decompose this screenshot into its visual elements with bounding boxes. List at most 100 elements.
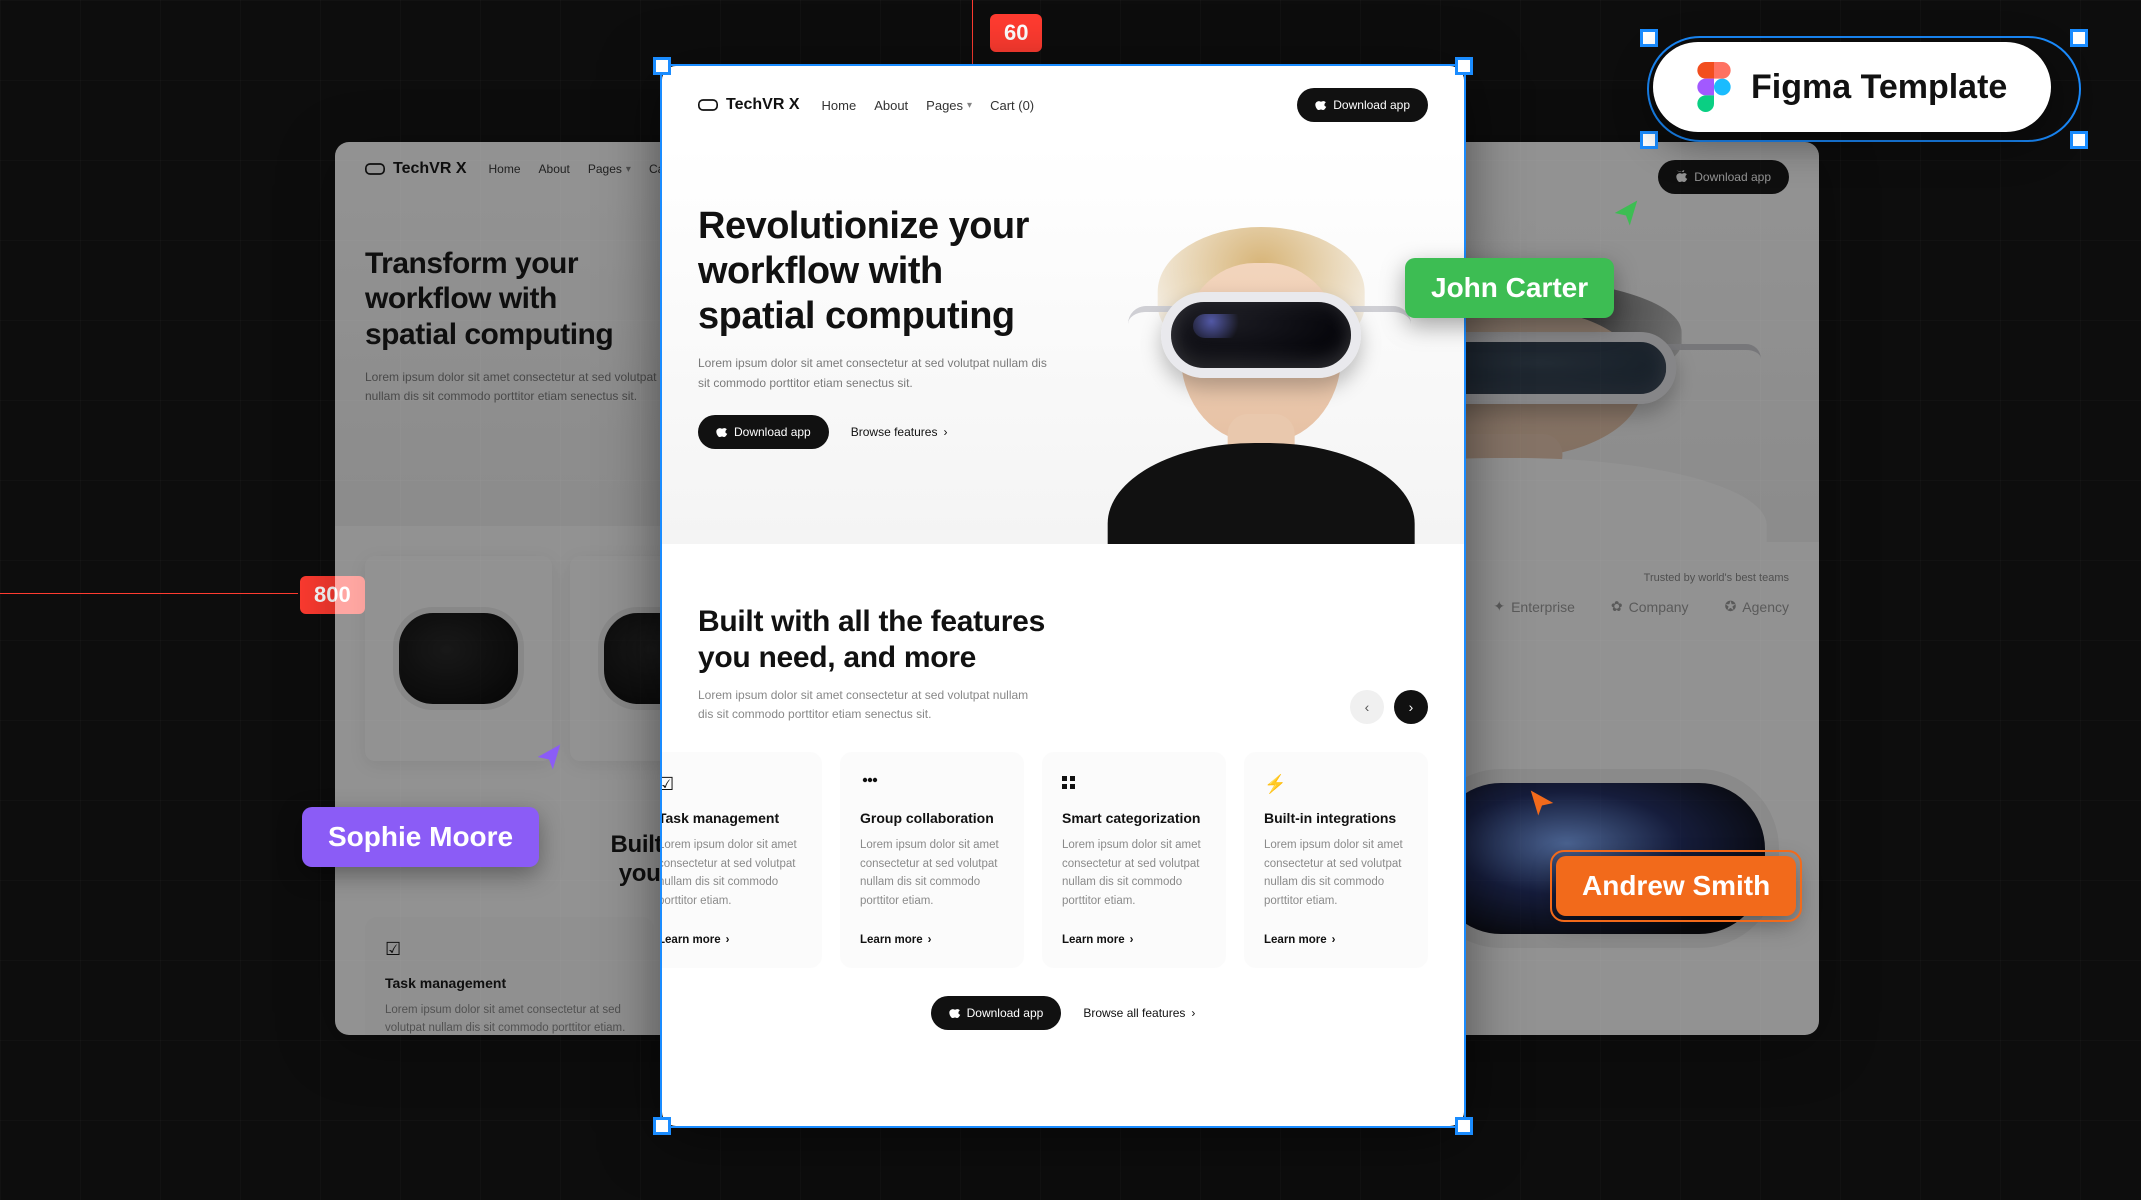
learn-more-link[interactable]: Learn more › bbox=[860, 910, 1004, 946]
logo-text: TechVR X bbox=[726, 96, 800, 114]
feature-card-title: Built-in integrations bbox=[1264, 810, 1408, 826]
hero-description: Lorem ipsum dolor sit amet consectetur a… bbox=[365, 368, 661, 406]
feature-card[interactable]: ☑ Task management Lorem ipsum dolor sit … bbox=[662, 752, 822, 968]
figma-logo-icon bbox=[1697, 62, 1731, 112]
feature-card[interactable]: Smart categorization Lorem ipsum dolor s… bbox=[1042, 752, 1226, 968]
features-title-line: Built with all the features bbox=[698, 605, 1045, 638]
feature-card[interactable]: Group collaboration Lorem ipsum dolor si… bbox=[840, 752, 1024, 968]
logo-label: Company bbox=[1629, 599, 1689, 615]
name-tag-label: Sophie Moore bbox=[328, 821, 513, 852]
hero-description: Lorem ipsum dolor sit amet consectetur a… bbox=[698, 354, 1058, 392]
hero-copy: Transform your workflow with spatial com… bbox=[365, 226, 661, 526]
logo-label: Agency bbox=[1742, 599, 1789, 615]
nav-bar: TechVR X Home About Pages ▾ Cart (0) Down… bbox=[662, 66, 1464, 144]
learn-more-label: Learn more bbox=[1062, 934, 1125, 946]
download-app-button[interactable]: Download app bbox=[1297, 88, 1428, 122]
features-cards: ☑ Task management Lorem ipsum dolor sit … bbox=[698, 752, 1428, 968]
download-app-button[interactable]: Download app bbox=[1658, 160, 1789, 194]
browse-features-link[interactable]: Browse features › bbox=[851, 425, 948, 439]
hero-title: Revolutionize your workflow with spatial… bbox=[698, 204, 1065, 338]
product-card[interactable] bbox=[365, 556, 552, 761]
chevron-right-icon: › bbox=[928, 934, 932, 946]
carousel-prev-button[interactable]: ‹ bbox=[1350, 690, 1384, 724]
hero-title-line: spatial computing bbox=[365, 318, 613, 351]
hero-title: Transform your workflow with spatial com… bbox=[365, 246, 661, 352]
features-section: Built with all the features you need, an… bbox=[662, 544, 1464, 1066]
nav-home[interactable]: Home bbox=[489, 162, 521, 176]
nav-pages[interactable]: Pages ▾ bbox=[926, 98, 972, 113]
logo-icon bbox=[698, 99, 718, 111]
nav-links: Home About Pages▾ Cart (0) bbox=[489, 162, 690, 176]
hero-title-line: spatial computing bbox=[698, 295, 1015, 337]
logo[interactable]: TechVR X bbox=[698, 96, 800, 114]
logo-text: TechVR X bbox=[393, 160, 467, 178]
logo-label: Enterprise bbox=[1511, 599, 1575, 615]
feature-card-body: Lorem ipsum dolor sit amet consectetur a… bbox=[1062, 836, 1206, 910]
grid-icon bbox=[1062, 774, 1206, 798]
features-title-line: you need, and more bbox=[698, 641, 976, 674]
download-app-button[interactable]: Download app bbox=[931, 996, 1062, 1030]
feature-card-title: Group collaboration bbox=[860, 810, 1004, 826]
browse-all-label: Browse all features bbox=[1083, 1006, 1185, 1020]
download-app-button[interactable]: Download app bbox=[698, 415, 829, 449]
name-tag-andrew[interactable]: Andrew Smith bbox=[1556, 856, 1796, 916]
carousel-next-button[interactable]: › bbox=[1394, 690, 1428, 724]
download-app-label: Download app bbox=[1333, 98, 1410, 112]
browse-all-features-link[interactable]: Browse all features › bbox=[1083, 1006, 1195, 1020]
figma-badge-label: Figma Template bbox=[1751, 68, 2007, 107]
logo-item: ✿Company bbox=[1611, 598, 1689, 615]
download-app-label: Download app bbox=[967, 1006, 1044, 1020]
figma-template-badge[interactable]: Figma Template bbox=[1653, 42, 2051, 132]
apple-icon bbox=[1676, 170, 1688, 184]
hero-section: Revolutionize your workflow with spatial… bbox=[662, 144, 1464, 544]
apple-icon bbox=[949, 1006, 961, 1020]
learn-more-link[interactable]: Learn more › bbox=[1264, 910, 1408, 946]
chevron-right-icon: › bbox=[726, 934, 730, 946]
feature-card-body: Lorem ipsum dolor sit amet consectetur a… bbox=[1264, 836, 1408, 910]
apple-icon bbox=[716, 425, 728, 439]
checklist-icon: ☑ bbox=[385, 939, 634, 963]
cursor-sophie bbox=[534, 742, 564, 772]
logo-icon: ✪ bbox=[1725, 598, 1737, 615]
nav-cart[interactable]: Cart (0) bbox=[990, 98, 1034, 113]
chevron-right-icon: › bbox=[1130, 934, 1134, 946]
hero-actions: Download app Browse features › bbox=[698, 415, 1065, 449]
hero-title-line: Revolutionize your bbox=[698, 205, 1029, 247]
learn-more-link[interactable]: Learn more › bbox=[1062, 910, 1206, 946]
chevron-right-icon: › bbox=[1191, 1006, 1195, 1020]
resize-handle-bottom-right[interactable] bbox=[2070, 131, 2088, 149]
resize-handle-top-right[interactable] bbox=[2070, 29, 2088, 47]
feature-card-body: Lorem ipsum dolor sit amet consectetur a… bbox=[385, 1001, 634, 1035]
nav-pages-label: Pages bbox=[588, 162, 622, 176]
feature-card[interactable]: ☑ Task management Lorem ipsum dolor sit … bbox=[365, 917, 654, 1035]
chevron-down-icon: ▾ bbox=[626, 164, 631, 175]
resize-handle-bottom-left[interactable] bbox=[1640, 131, 1658, 149]
measure-line-top bbox=[972, 0, 973, 66]
download-app-label: Download app bbox=[1694, 170, 1771, 184]
learn-more-label: Learn more bbox=[860, 934, 923, 946]
feature-card[interactable]: ⚡ Built-in integrations Lorem ipsum dolo… bbox=[1244, 752, 1428, 968]
hero-title-line: workflow with bbox=[698, 250, 943, 292]
feature-card-title: Smart categorization bbox=[1062, 810, 1206, 826]
feature-card-title: Task management bbox=[385, 975, 634, 991]
artboard-front[interactable]: TechVR X Home About Pages ▾ Cart (0) Down… bbox=[662, 66, 1464, 1126]
nav-pages[interactable]: Pages ▾ bbox=[588, 162, 631, 176]
nav-about[interactable]: About bbox=[874, 98, 908, 113]
logo-icon bbox=[365, 163, 385, 175]
logo-icon: ✦ bbox=[1493, 598, 1505, 615]
nav-home[interactable]: Home bbox=[822, 98, 857, 113]
learn-more-label: Learn more bbox=[1264, 934, 1327, 946]
name-tag-john[interactable]: John Carter bbox=[1405, 258, 1614, 318]
chevron-right-icon: › bbox=[1409, 699, 1414, 715]
feature-card-title: Task management bbox=[662, 810, 802, 826]
nav-about[interactable]: About bbox=[539, 162, 570, 176]
nav-pages-label: Pages bbox=[926, 98, 963, 113]
chevron-down-icon: ▾ bbox=[967, 100, 972, 111]
resize-handle-top-left[interactable] bbox=[1640, 29, 1658, 47]
chevron-right-icon: › bbox=[1332, 934, 1336, 946]
logo[interactable]: TechVR X bbox=[365, 160, 467, 178]
learn-more-link[interactable]: Learn more› bbox=[662, 910, 802, 946]
features-header: Built with all the features you need, an… bbox=[698, 604, 1428, 724]
name-tag-sophie[interactable]: Sophie Moore bbox=[302, 807, 539, 867]
name-tag-label: Andrew Smith bbox=[1582, 870, 1770, 901]
